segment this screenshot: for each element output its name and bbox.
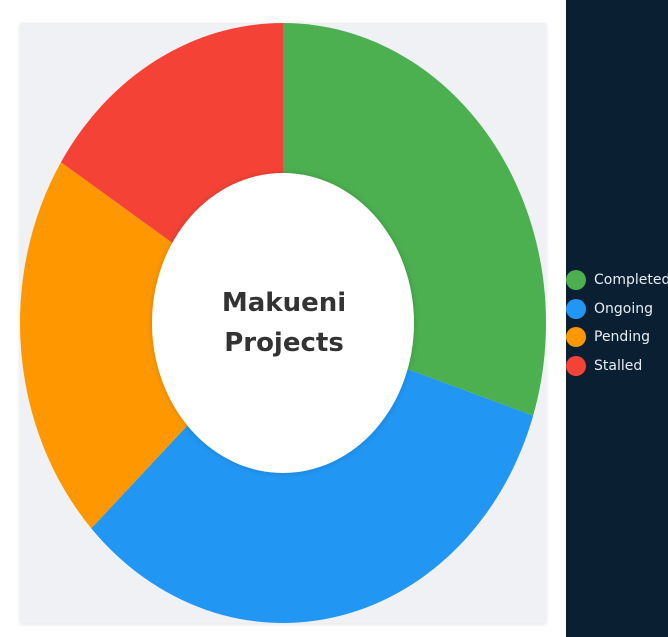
legend-item-ongoing[interactable]: Ongoing <box>566 295 668 324</box>
legend-label-ongoing: Ongoing <box>594 300 653 317</box>
legend-swatch-stalled <box>566 355 586 376</box>
legend-item-stalled[interactable]: Stalled <box>566 352 668 381</box>
legend-label-pending: Pending <box>594 329 650 346</box>
legend-swatch-pending <box>566 327 586 348</box>
chart-card: Makueni Projects <box>20 23 546 623</box>
legend-label-stalled: Stalled <box>594 357 643 374</box>
legend-item-pending[interactable]: Pending <box>566 323 668 352</box>
chart-legend: Completed Ongoing Pending Stalled <box>566 266 668 380</box>
legend-item-completed[interactable]: Completed <box>566 266 668 295</box>
donut-center-hole <box>152 173 414 473</box>
project-status-donut-chart <box>20 23 546 623</box>
legend-swatch-ongoing <box>566 298 586 319</box>
dashboard-stage: Makueni Projects Completed Ongoing Pendi… <box>0 0 668 637</box>
legend-swatch-completed <box>566 270 586 291</box>
legend-label-completed: Completed <box>594 272 668 289</box>
